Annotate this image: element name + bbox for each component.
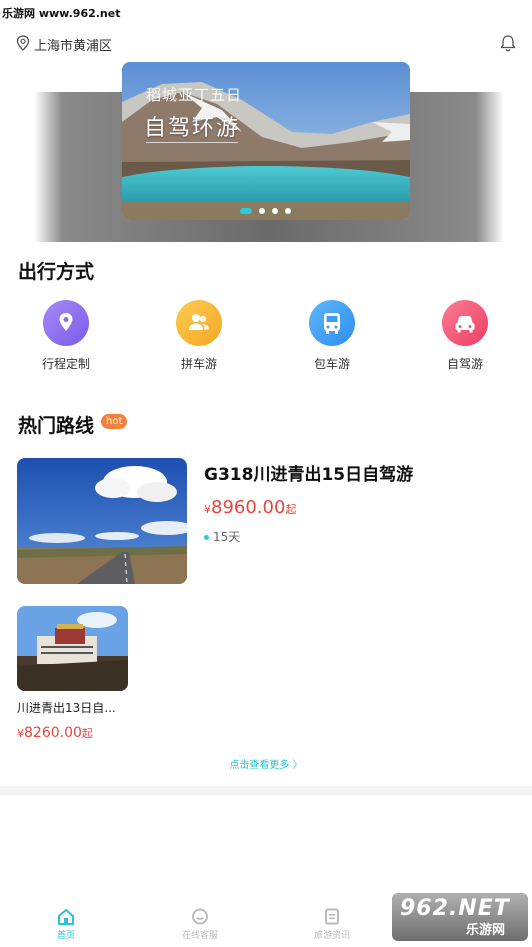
tab-customer-service[interactable]: 在线客服 [160, 908, 240, 941]
mode-carpool[interactable]: 拼车游 [149, 300, 249, 372]
currency-symbol: ¥ [204, 503, 211, 516]
watermark-logo: 962.NET 乐游网 [392, 893, 528, 941]
route-image[interactable] [17, 606, 128, 691]
carousel-dot[interactable] [259, 207, 265, 214]
mode-self-drive[interactable]: 自驾游 [415, 300, 515, 372]
mode-custom-itinerary[interactable]: 行程定制 [16, 300, 116, 372]
price-value: 8960.00 [211, 497, 286, 518]
carousel-dots [240, 200, 298, 214]
tab-label: 在线客服 [181, 931, 218, 941]
banner-slide[interactable]: 稻城亚丁五日 自驾环游 [122, 62, 410, 220]
location-pin-icon[interactable] [16, 35, 30, 51]
news-icon [325, 908, 339, 925]
price-value: 8260.00 [24, 725, 82, 741]
route-title[interactable]: 川进青出13日自... [17, 699, 127, 716]
travel-modes: 行程定制 拼车游 包车游 自驾游 [0, 300, 532, 380]
duration-dot [204, 535, 209, 540]
tab-label: 首页 [56, 931, 75, 941]
route-price: ¥8960.00起 [204, 497, 296, 518]
duration-text: 15天 [213, 530, 241, 544]
mode-label: 自驾游 [446, 357, 483, 371]
mode-label: 拼车游 [180, 357, 217, 371]
price-suffix: 起 [81, 727, 93, 740]
tab-home[interactable]: 首页 [26, 908, 106, 941]
bell-icon[interactable] [499, 34, 517, 52]
banner-subtitle: 稻城亚丁五日 [146, 86, 243, 104]
currency-symbol: ¥ [17, 727, 24, 740]
tab-travel-news[interactable]: 旅游资讯 [292, 908, 372, 941]
route-price: ¥8260.00起 [17, 722, 93, 741]
watermark-big-text: 962.NET [400, 896, 510, 921]
carousel-dot[interactable] [272, 207, 278, 214]
carousel-dot[interactable] [240, 207, 252, 214]
price-suffix: 起 [285, 503, 297, 516]
banner-carousel[interactable]: 稻城亚丁五日 自驾环游 [0, 62, 532, 244]
banner-title: 自驾环游 [144, 116, 241, 141]
bus-icon [309, 300, 355, 346]
hot-badge: hot [101, 414, 128, 429]
location-icon [43, 300, 89, 346]
tab-label: 旅游资讯 [313, 931, 350, 941]
mode-label: 行程定制 [41, 357, 90, 371]
car-icon [442, 300, 488, 346]
banner-divider [146, 142, 238, 143]
travel-modes-title: 出行方式 [18, 261, 95, 283]
mode-label: 包车游 [313, 357, 350, 371]
location-bar: 上海市黄浦区 [0, 28, 532, 58]
location-text[interactable]: 上海市黄浦区 [34, 35, 112, 54]
chat-icon [192, 908, 208, 925]
mode-charter[interactable]: 包车游 [282, 300, 382, 372]
carousel-dot[interactable] [285, 207, 291, 214]
watermark-small-text: 乐游网 [466, 923, 506, 938]
home-icon [58, 908, 74, 925]
users-icon [176, 300, 222, 346]
route-image[interactable] [17, 458, 187, 584]
hot-routes-title: 热门路线 [18, 415, 95, 437]
route-title[interactable]: G318川进青出15日自驾游 [204, 460, 413, 485]
view-more-link[interactable]: 点击查看更多 〉 [0, 756, 532, 771]
route-duration: 15天 [204, 528, 240, 545]
watermark-top: 乐游网 www.962.net [2, 7, 121, 20]
section-divider [0, 786, 532, 795]
